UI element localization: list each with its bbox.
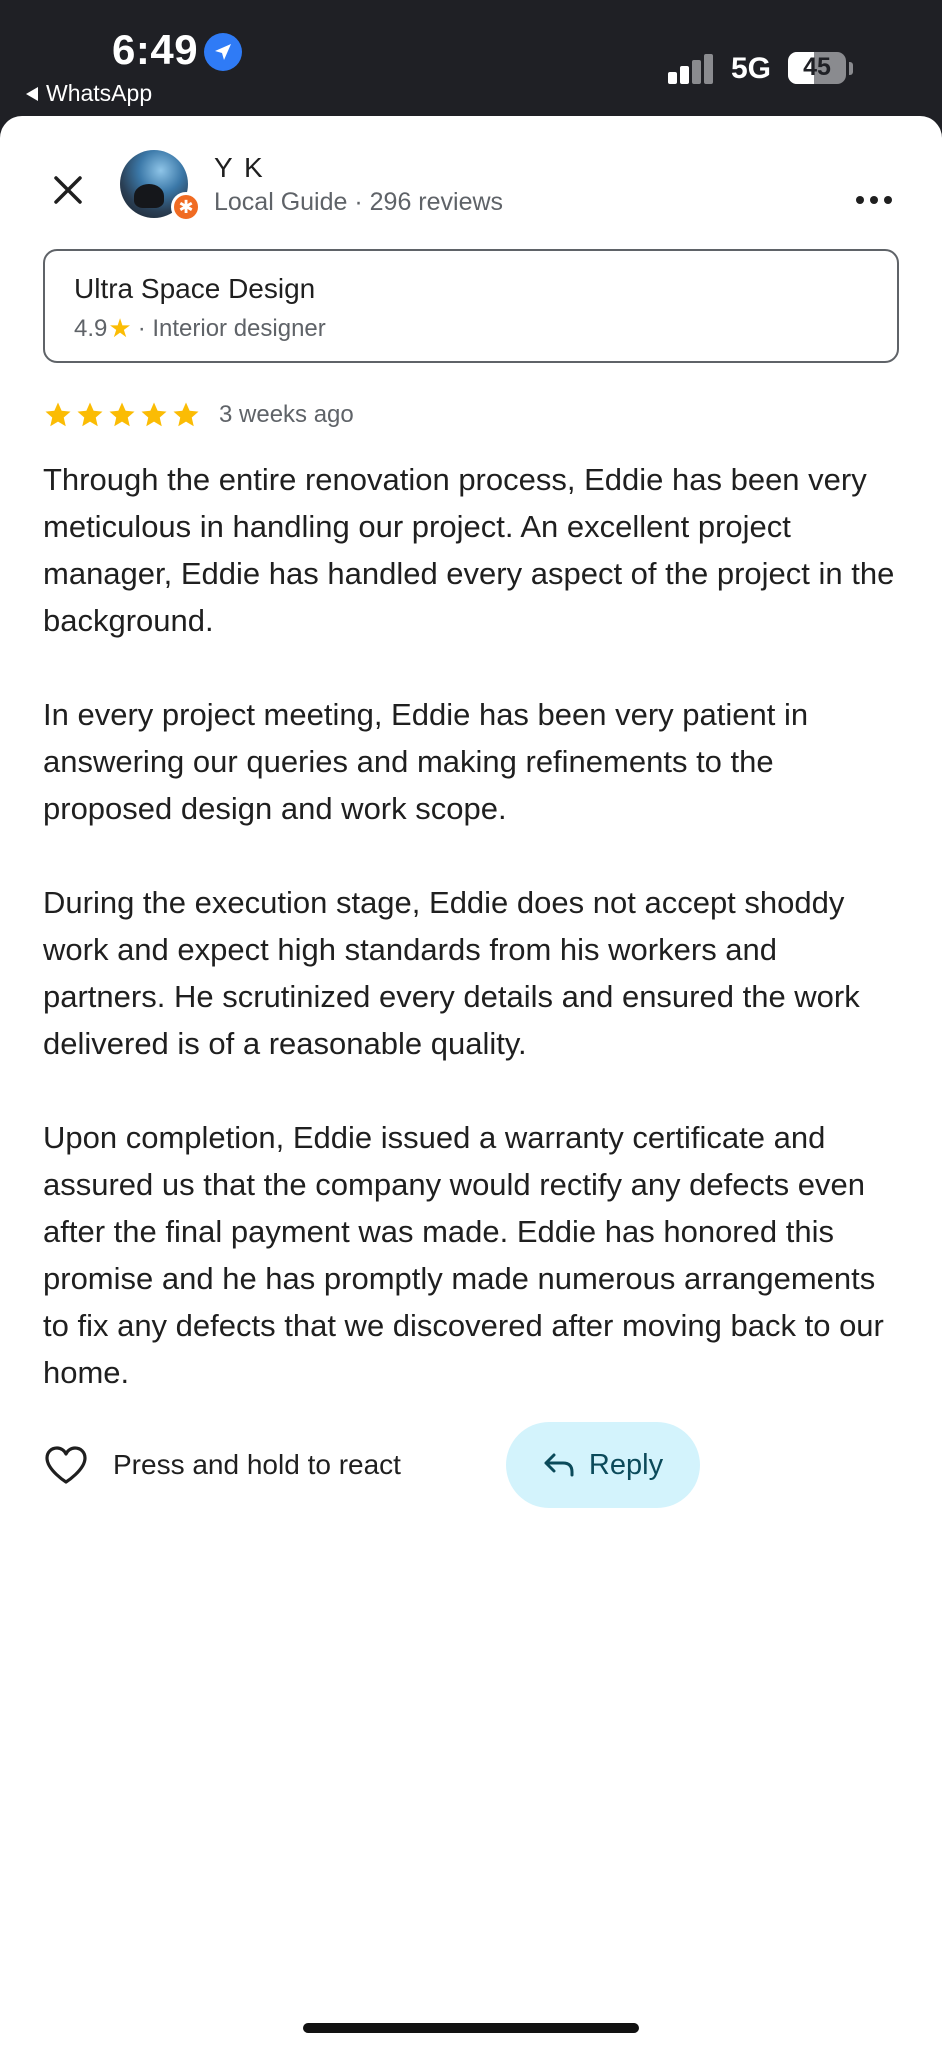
- location-arrow-icon: [204, 33, 242, 71]
- review-sheet: ✱ Y K Local Guide · 296 reviews Ultra Sp…: [0, 116, 942, 2048]
- star-rating: [43, 400, 201, 430]
- battery-icon: 45: [788, 52, 846, 84]
- battery-percent: 45: [803, 53, 831, 81]
- star-icon: [141, 402, 167, 427]
- reviewer-meta: Local Guide · 296 reviews: [214, 188, 504, 216]
- react-label: Press and hold to react: [113, 1449, 401, 1480]
- more-horizontal-icon: [856, 196, 892, 204]
- battery-tip: [849, 62, 853, 75]
- rating-row: 3 weeks ago: [43, 400, 354, 430]
- local-guide-badge-icon: ✱: [171, 192, 201, 222]
- status-bar: 6:49 WhatsApp 5G 45: [0, 0, 942, 118]
- more-options-button[interactable]: [852, 178, 896, 222]
- reviewer-name[interactable]: Y K: [214, 152, 265, 184]
- reply-button[interactable]: Reply: [506, 1422, 700, 1508]
- star-icon: [173, 402, 199, 427]
- place-rating: 4.9: [74, 314, 108, 342]
- star-icon: [109, 402, 135, 427]
- star-icon: [45, 402, 71, 427]
- review-text: Through the entire renovation process, E…: [43, 456, 903, 1443]
- review-paragraph: In every project meeting, Eddie has been…: [43, 697, 809, 826]
- cellular-signal-icon: [668, 54, 716, 84]
- star-icon: ★: [108, 313, 132, 343]
- heart-icon: [45, 1446, 87, 1484]
- react-button[interactable]: Press and hold to react: [43, 1422, 401, 1508]
- back-app-label: WhatsApp: [46, 80, 153, 106]
- close-icon: [54, 176, 82, 204]
- place-name: Ultra Space Design: [74, 273, 316, 304]
- place-category: · Interior designer: [137, 314, 326, 342]
- back-to-app-link[interactable]: WhatsApp: [26, 80, 152, 107]
- place-meta: 4.9 ★ · Interior designer: [74, 313, 326, 344]
- review-paragraph: Upon completion, Eddie issued a warranty…: [43, 1120, 884, 1390]
- status-time: 6:49: [112, 26, 199, 73]
- review-paragraph: Through the entire renovation process, E…: [43, 462, 895, 638]
- network-type: 5G: [731, 52, 772, 85]
- reply-label: Reply: [588, 1448, 664, 1481]
- place-card[interactable]: Ultra Space Design 4.9 ★ · Interior desi…: [43, 249, 899, 363]
- back-triangle-icon: [26, 86, 38, 101]
- review-actions: Press and hold to react Reply: [43, 1422, 903, 1508]
- close-button[interactable]: [44, 166, 92, 214]
- review-paragraph: During the execution stage, Eddie does n…: [43, 885, 860, 1061]
- star-icon: [77, 402, 103, 427]
- review-time: 3 weeks ago: [219, 401, 354, 428]
- home-indicator[interactable]: [303, 2023, 639, 2033]
- reply-arrow-icon: [544, 1453, 574, 1477]
